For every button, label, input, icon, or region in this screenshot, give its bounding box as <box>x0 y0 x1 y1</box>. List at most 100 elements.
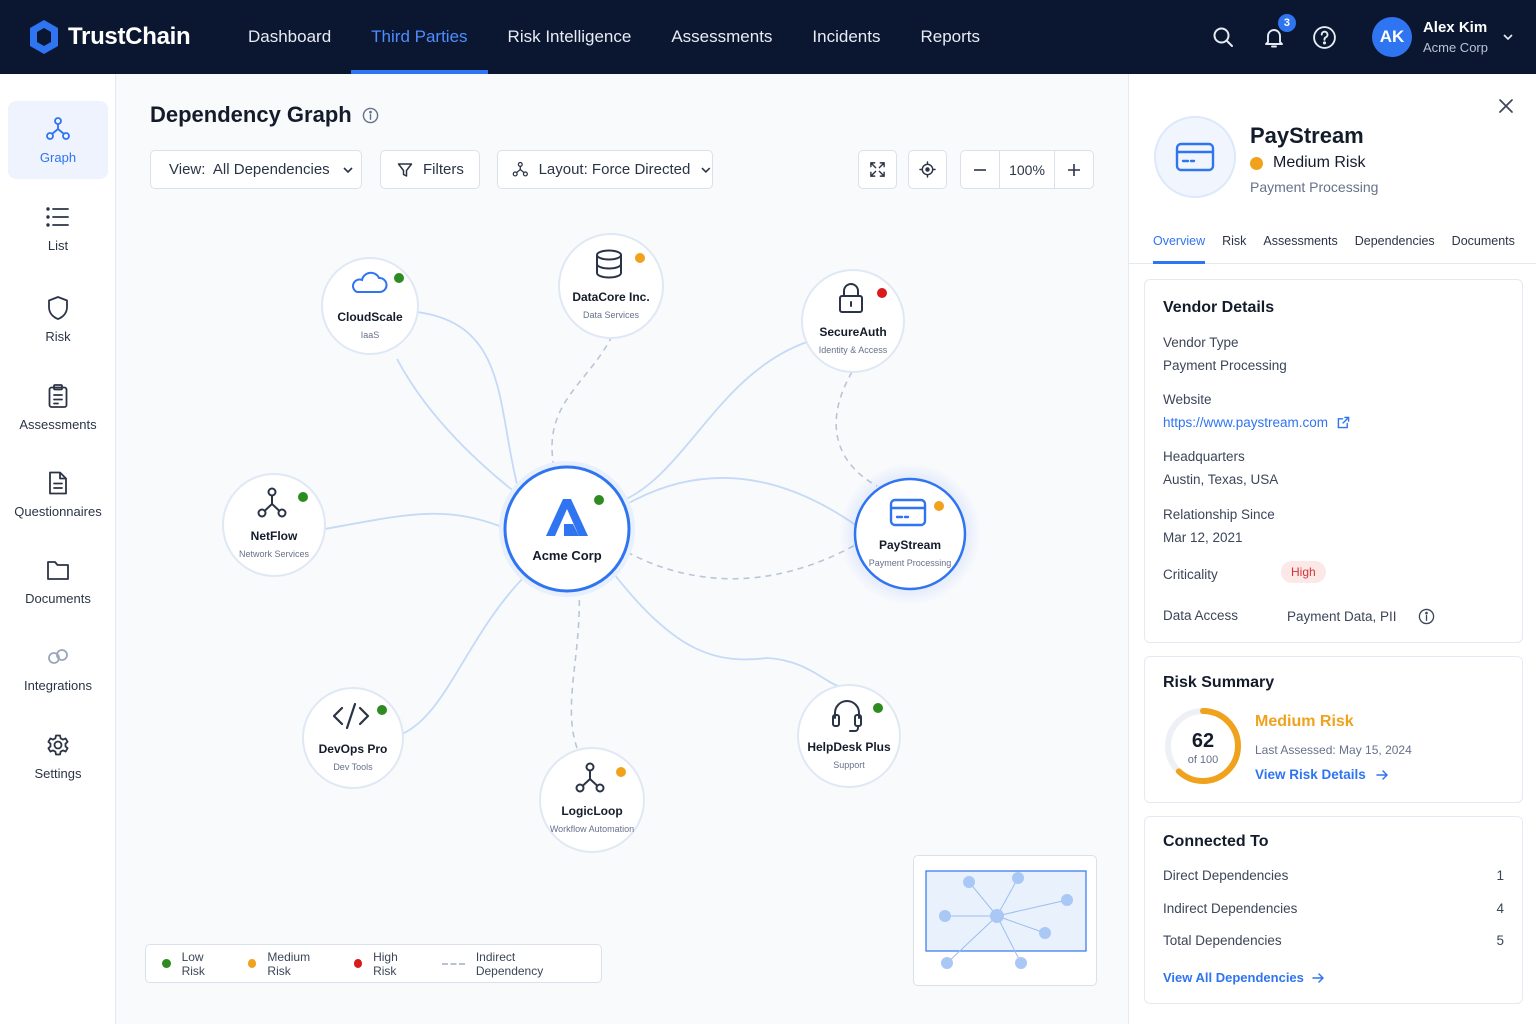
fit-to-screen-button[interactable] <box>858 150 897 189</box>
sidebar-item-label: Risk <box>45 328 71 344</box>
nav-risk-intelligence[interactable]: Risk Intelligence <box>488 0 652 74</box>
zoom-in-button[interactable] <box>1055 151 1093 188</box>
graph-node-helpdesk[interactable]: HelpDesk Plus Support <box>797 684 901 788</box>
nav-dashboard[interactable]: Dashboard <box>228 0 351 74</box>
view-risk-details-label: View Risk Details <box>1255 767 1366 782</box>
direct-dependency-edge <box>613 573 840 687</box>
gear-icon <box>47 734 69 755</box>
sidebar-item-settings[interactable]: Settings <box>8 717 108 795</box>
nav-label: Risk Intelligence <box>507 27 632 46</box>
sidebar-item-risk[interactable]: Risk <box>8 280 108 358</box>
graph-node-datacore[interactable]: DataCore Inc. Data Services <box>558 233 664 339</box>
graph-node-logicloop[interactable]: LogicLoop Workflow Automation <box>539 747 645 853</box>
sidebar-item-documents[interactable]: Documents <box>8 542 108 620</box>
website-label: Website <box>1163 392 1212 407</box>
node-subtitle: Network Services <box>239 549 310 559</box>
card-title: Vendor Details <box>1163 299 1275 316</box>
graph-workspace: Acme Corp CloudScale IaaS DataCore Inc. Data… <box>117 74 1128 1024</box>
view-risk-details-link[interactable]: View Risk Details <box>1255 767 1388 782</box>
nav-assessments[interactable]: Assessments <box>651 0 792 74</box>
node-name: NetFlow <box>251 529 298 543</box>
recenter-button[interactable] <box>908 150 947 189</box>
website-link[interactable]: https://www.paystream.com <box>1163 415 1350 430</box>
sidebar-item-label: Questionnaires <box>14 503 102 519</box>
main-nav: Dashboard Third Parties Risk Intelligenc… <box>228 0 1000 74</box>
sidebar-item-label: Documents <box>25 590 91 606</box>
user-org: Acme Corp <box>1422 40 1488 55</box>
graph-node-paystream[interactable]: PayStream Payment Processing <box>839 463 981 605</box>
info-icon[interactable] <box>1418 608 1435 625</box>
nav-incidents[interactable]: Incidents <box>792 0 900 74</box>
node-subtitle: Support <box>833 760 865 770</box>
data-access-label: Data Access <box>1163 608 1239 623</box>
view-dropdown[interactable]: View: All Dependencies <box>150 150 362 189</box>
nav-label: Dashboard <box>248 27 332 46</box>
data-access-value: Payment Data, PII <box>1287 608 1435 625</box>
graph-node-cloudscale[interactable]: CloudScale IaaS <box>321 257 419 355</box>
low-risk-dot-icon <box>162 959 171 968</box>
tab-assessments[interactable]: Assessments <box>1263 229 1337 263</box>
indirect-dependencies-row: Indirect Dependencies 4 <box>1163 901 1504 916</box>
view-all-dependencies-link[interactable]: View All Dependencies <box>1163 970 1324 985</box>
node-subtitle: Payment Processing <box>869 558 952 568</box>
user-menu[interactable]: AK Alex Kim Acme Corp <box>1371 17 1514 57</box>
risk-dot-icon <box>934 501 944 511</box>
graph-node-devops[interactable]: DevOps Pro Dev Tools <box>302 687 404 789</box>
brand[interactable]: TrustChain <box>28 19 208 55</box>
sidebar-item-questionnaires[interactable]: Questionnaires <box>8 455 108 533</box>
nav-label: Reports <box>920 27 980 46</box>
tab-overview[interactable]: Overview <box>1153 229 1206 264</box>
row-value: 1 <box>1496 868 1504 883</box>
zoom-out-button[interactable] <box>961 151 999 188</box>
notifications-button[interactable]: 3 <box>1260 14 1296 51</box>
node-circle <box>853 477 967 591</box>
node-subtitle: Dev Tools <box>333 762 373 772</box>
tab-dependencies[interactable]: Dependencies <box>1355 229 1435 263</box>
direct-dependency-edge <box>619 341 808 503</box>
node-subtitle: IaaS <box>361 330 380 340</box>
nav-reports[interactable]: Reports <box>900 0 1000 74</box>
node-subtitle: Data Services <box>583 310 640 320</box>
risk-dot-icon <box>594 495 604 505</box>
headquarters-label: Headquarters <box>1163 449 1245 464</box>
vendor-name: PayStream <box>1250 123 1364 148</box>
risk-dot-icon <box>298 492 308 502</box>
arrow-right-icon <box>1376 769 1388 780</box>
vendor-risk-label: Medium Risk <box>1273 154 1366 171</box>
graph-node-netflow[interactable]: NetFlow Network Services <box>222 473 326 577</box>
help-button[interactable] <box>1311 23 1339 51</box>
tab-risk[interactable]: Risk <box>1222 229 1246 263</box>
filters-button[interactable]: Filters <box>380 150 480 189</box>
nav-third-parties[interactable]: Third Parties <box>351 0 488 74</box>
relationship-since-label: Relationship Since <box>1163 507 1275 522</box>
medium-risk-dot-icon <box>247 959 257 968</box>
search-button[interactable] <box>1209 23 1237 51</box>
vendor-type-label: Vendor Type <box>1163 335 1239 350</box>
direct-dependency-edge <box>626 477 858 527</box>
risk-summary-card: Risk Summary 62 of 100 Medium Risk Last … <box>1144 656 1523 803</box>
legend-label: High Risk <box>373 949 398 978</box>
sidebar-item-integrations[interactable]: Integrations <box>8 629 108 707</box>
sidebar-item-list[interactable]: List <box>8 189 108 267</box>
close-icon[interactable] <box>1498 98 1514 114</box>
expand-icon <box>870 162 885 177</box>
sidebar-item-graph[interactable]: Graph <box>8 101 108 179</box>
graph-node-acme-corp[interactable]: Acme Corp <box>499 461 635 597</box>
chevron-down-icon <box>701 167 711 173</box>
info-icon[interactable] <box>362 107 379 124</box>
indirect-dependency-edge <box>835 371 878 487</box>
header-actions: 3 AK Alex Kim Acme Corp <box>1209 0 1536 74</box>
card-title: Risk Summary <box>1163 674 1275 691</box>
graph-legend: Low Risk Medium Risk High Risk Indirect … <box>145 944 602 983</box>
headquarters-value: Austin, Texas, USA <box>1163 472 1279 487</box>
zoom-level: 100% <box>999 151 1055 188</box>
layout-dropdown[interactable]: Layout: Force Directed <box>497 150 713 189</box>
integrations-icon <box>48 648 68 664</box>
graph-node-secureauth[interactable]: SecureAuth Identity & Access <box>801 269 905 373</box>
minimap[interactable] <box>913 855 1097 986</box>
sidebar-item-assessments[interactable]: Assessments <box>8 368 108 446</box>
minus-icon <box>974 168 986 171</box>
tab-documents[interactable]: Documents <box>1452 229 1515 263</box>
left-sidebar: Graph List Risk Assessments Questionnair… <box>0 74 116 1024</box>
shield-icon <box>48 295 68 320</box>
